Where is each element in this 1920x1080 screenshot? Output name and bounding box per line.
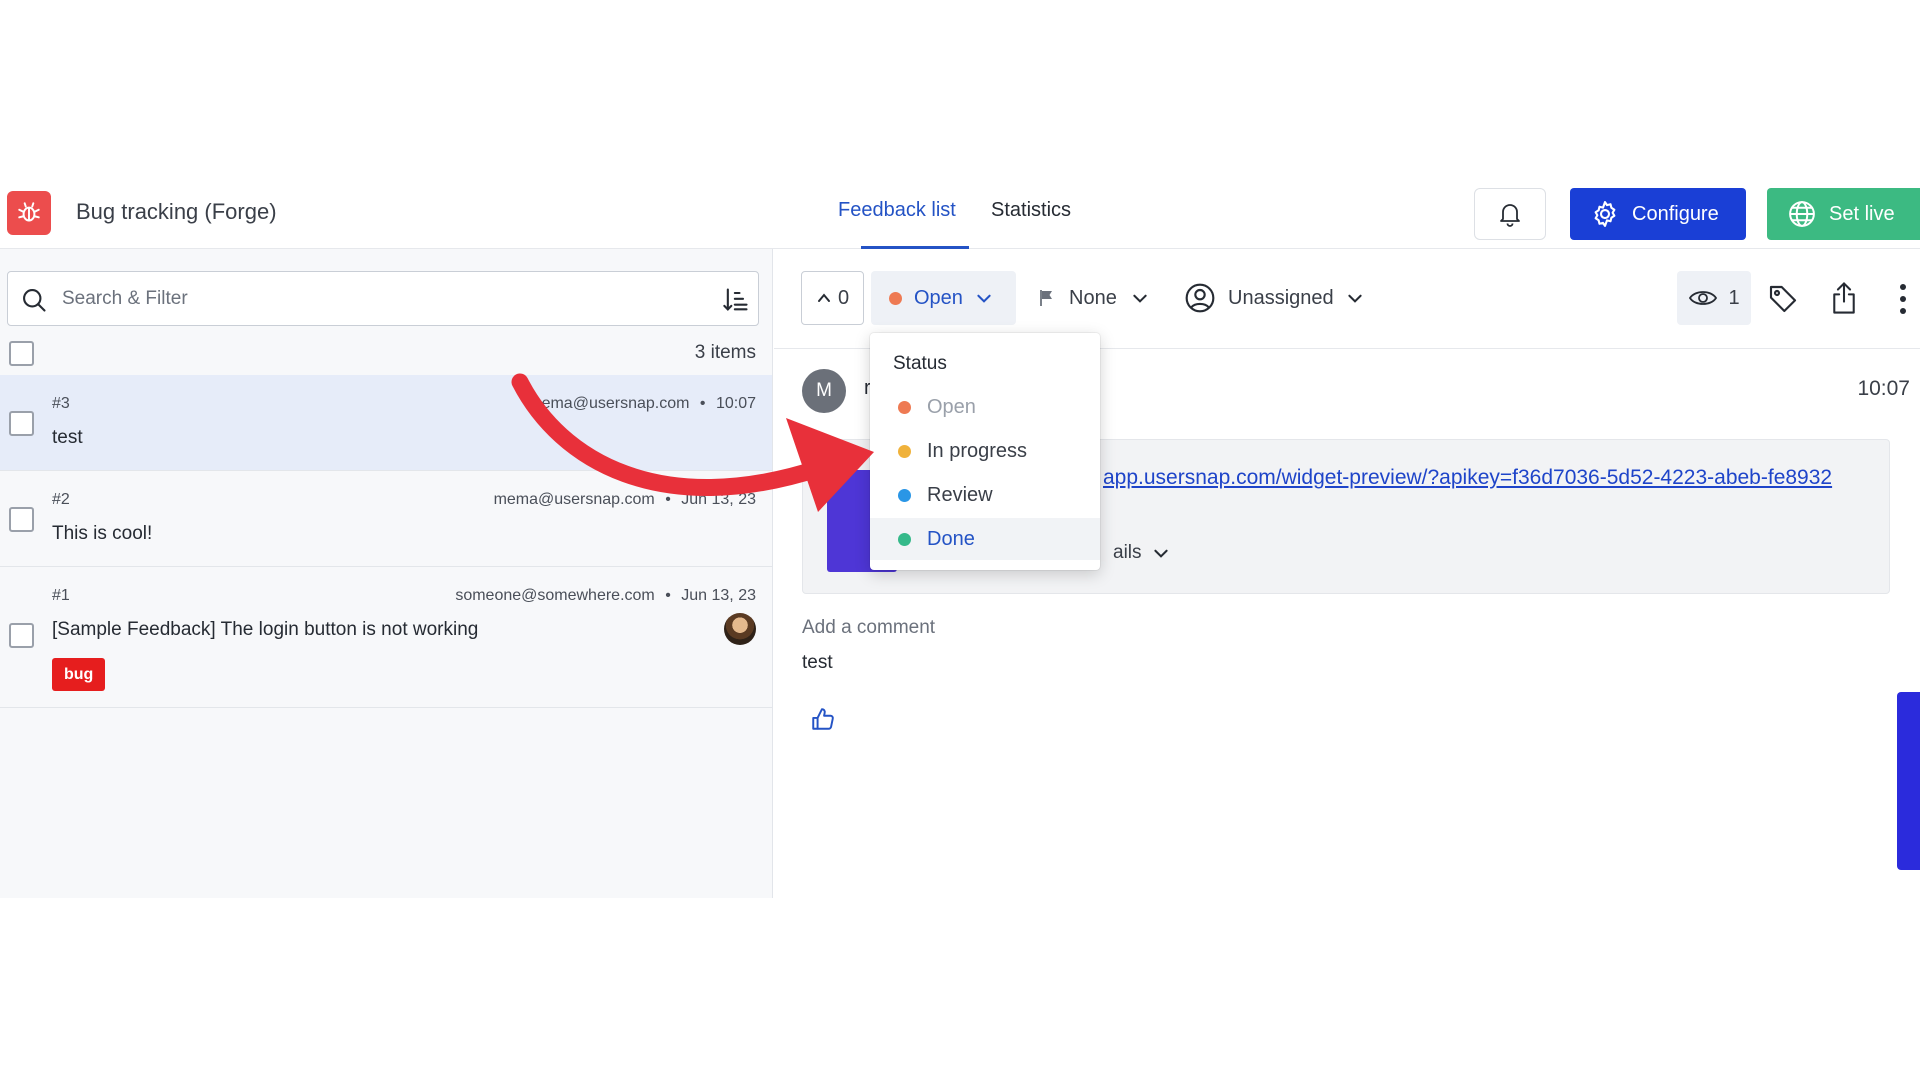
configure-button[interactable]: Configure [1570,188,1746,240]
viewers-button[interactable]: 1 [1677,271,1751,325]
message-time: 10:07 [1857,377,1910,400]
item-title: [Sample Feedback] The login button is no… [52,619,479,640]
status-dropdown-button[interactable]: Open [871,271,1016,325]
author-avatar: M [802,369,846,413]
status-option-open[interactable]: Open [870,386,1100,428]
chevron-down-icon [1153,549,1168,558]
comment-text: test [802,652,833,673]
tab-statistics[interactable]: Statistics [991,199,1071,222]
meta-separator: • [665,491,671,508]
item-count: 3 items [694,342,756,363]
row-checkbox[interactable] [9,623,34,648]
item-number: #1 [52,587,70,604]
list-item[interactable]: #3 mema@usersnap.com • 10:07 test [0,375,772,471]
item-title: This is cool! [52,523,153,544]
more-vertical-icon[interactable] [1898,282,1908,316]
meta-separator: • [665,587,671,604]
feedback-widget-tab[interactable] [1897,692,1920,870]
details-label: ails [1113,542,1142,563]
row-checkbox[interactable] [9,507,34,532]
eye-icon [1689,291,1718,305]
status-dot-icon [889,291,902,305]
notifications-button[interactable] [1474,188,1546,240]
chevron-down-icon [977,294,991,303]
priority-dropdown-button[interactable]: None [1039,271,1149,325]
configure-label: Configure [1632,202,1719,225]
item-time: Jun 13, 23 [681,587,756,604]
item-time: 10:07 [715,395,756,412]
status-option-in-progress[interactable]: In progress [870,430,1100,472]
row-checkbox[interactable] [9,411,34,436]
bug-logo-icon[interactable] [7,191,51,235]
meta-separator: • [699,395,706,412]
gear-icon [1594,201,1616,227]
share-icon[interactable] [1829,281,1859,315]
priority-label: None [1069,286,1117,309]
tag-icon[interactable] [1767,283,1799,315]
search-icon [23,289,46,312]
status-dot-icon [898,532,911,546]
item-email: someone@somewhere.com [455,587,655,604]
bell-icon [1500,204,1520,227]
list-item[interactable]: #2 mema@usersnap.com • Jun 13, 23 This i… [0,471,772,567]
assignee-label: Unassigned [1228,286,1334,309]
set-live-label: Set live [1829,202,1895,225]
assignee-dropdown-button[interactable]: Unassigned [1184,271,1364,325]
status-dropdown-menu: Status Open In progress Review Done [870,333,1100,570]
details-toggle[interactable]: ails [1113,542,1170,564]
item-meta: mema@usersnap.com • 10:07 [528,395,756,413]
thumbs-up-icon[interactable] [810,706,836,732]
feedback-list-panel: 3 items #3 mema@usersnap.com • 10:07 tes… [0,249,773,898]
item-meta: mema@usersnap.com • Jun 13, 23 [494,491,756,509]
item-title: test [52,427,83,448]
viewers-count: 1 [1728,286,1740,309]
user-circle-icon [1185,283,1215,313]
status-label: Open [914,286,963,309]
list-item[interactable]: #1 someone@somewhere.com • Jun 13, 23 [S… [0,567,772,708]
set-live-button[interactable]: Set live [1767,188,1920,240]
top-header: Bug tracking (Forge) Feedback list Stati… [0,185,1920,249]
item-email: mema@usersnap.com [528,395,690,412]
globe-icon [1789,201,1815,227]
item-meta: someone@somewhere.com • Jun 13, 23 [455,587,756,605]
search-box[interactable] [7,271,759,326]
item-number: #3 [52,395,70,412]
sort-icon[interactable] [722,286,750,314]
status-option-label: In progress [927,439,1028,462]
chevron-up-icon [817,293,830,302]
search-input[interactable] [62,284,662,314]
vote-count: 0 [837,286,850,309]
status-option-review[interactable]: Review [870,474,1100,516]
item-time: Jun 13, 23 [681,491,756,508]
status-dot-icon [898,444,911,458]
add-comment-label[interactable]: Add a comment [802,617,935,639]
upvote-button[interactable]: 0 [801,271,864,325]
bug-tag[interactable]: bug [52,658,106,691]
tab-feedback-list[interactable]: Feedback list [838,199,956,222]
status-option-done[interactable]: Done [870,518,1100,560]
item-email: mema@usersnap.com [493,491,655,508]
status-dot-icon [898,488,911,502]
status-option-label: Open [927,395,976,418]
chevron-down-icon [1347,294,1362,303]
status-option-label: Review [927,483,993,506]
chevron-down-icon [1133,294,1147,303]
status-option-label: Done [927,527,975,550]
item-number: #2 [52,491,70,508]
status-dot-icon [898,400,911,414]
project-title: Bug tracking (Forge) [76,199,277,224]
select-all-checkbox[interactable] [9,341,34,366]
flag-icon [1040,290,1052,306]
dropdown-title: Status [893,353,947,374]
assignee-avatar [724,613,756,645]
